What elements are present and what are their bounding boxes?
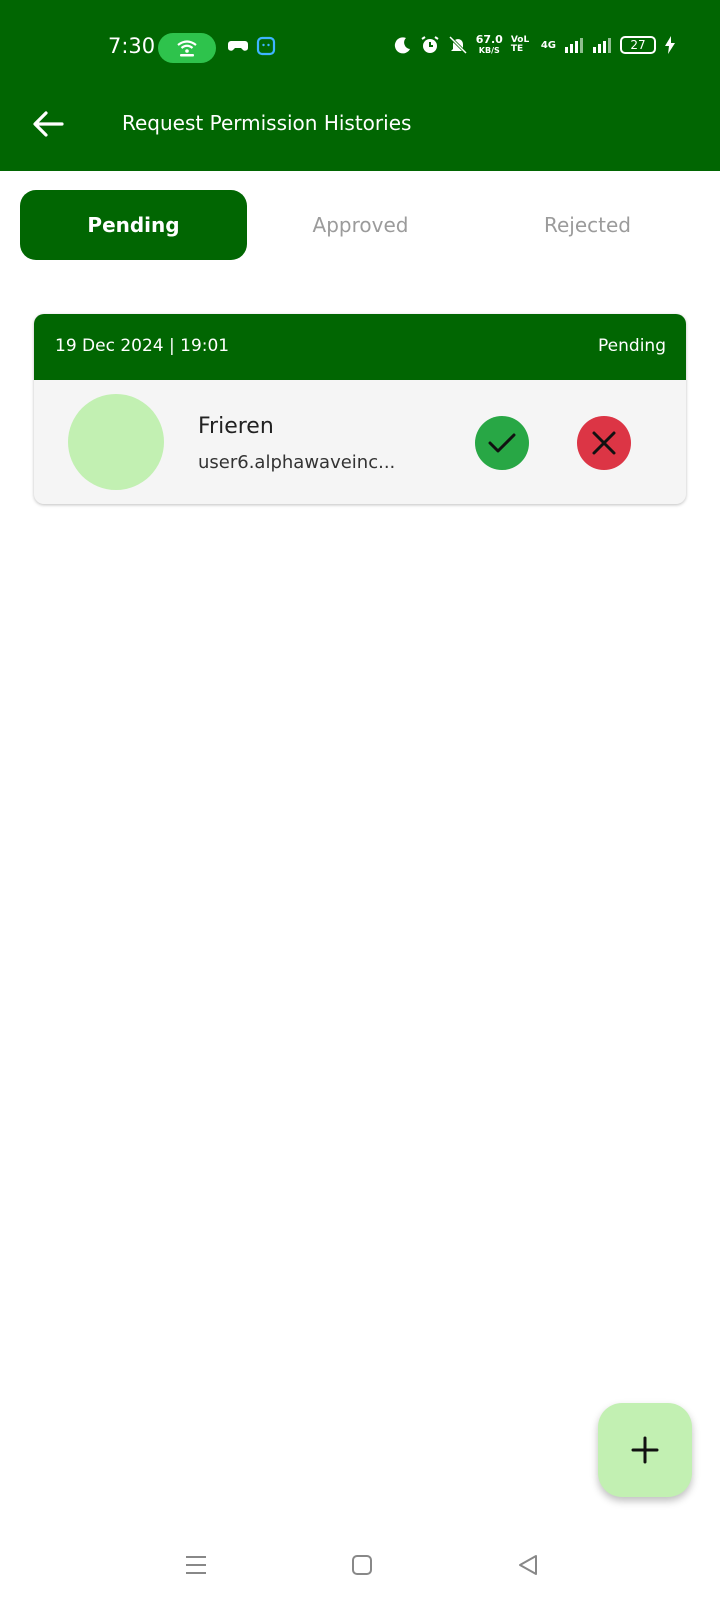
request-card[interactable]: 19 Dec 2024 | 19:01 Pending Frieren user… (34, 314, 686, 504)
network-speed: 67.0 KB/S (476, 34, 503, 56)
game-controller-icon (228, 41, 248, 51)
network-speed-value: 67.0 (475, 33, 503, 46)
recent-apps-button[interactable] (176, 1547, 216, 1583)
menu-icon (186, 1556, 206, 1574)
status-tabs: Pending Approved Rejected (20, 190, 700, 262)
charging-icon (665, 36, 675, 54)
approve-button[interactable] (475, 416, 529, 470)
tab-rejected[interactable]: Rejected (474, 190, 701, 260)
add-request-button[interactable] (598, 1403, 692, 1497)
avatar (68, 394, 164, 490)
status-app-icons (228, 36, 276, 56)
app-notification-icon (256, 36, 276, 56)
plus-icon (631, 1436, 659, 1464)
battery-icon: 27 (620, 36, 656, 54)
triangle-back-icon (519, 1555, 537, 1575)
network-type: 4G (540, 39, 556, 51)
request-card-header: 19 Dec 2024 | 19:01 Pending (34, 314, 686, 380)
tab-approved[interactable]: Approved (247, 190, 474, 260)
app-header: 7:30 67.0 KB/S VoLTE 4G 27 Request Permi… (0, 0, 720, 171)
requester-name: Frieren (198, 414, 274, 439)
status-system-icons: 67.0 KB/S VoLTE 4G 27 (394, 34, 676, 56)
system-nav-bar (0, 1535, 720, 1595)
battery-level: 27 (630, 38, 646, 52)
bell-muted-icon (448, 35, 467, 55)
system-back-button[interactable] (508, 1547, 548, 1583)
square-icon (352, 1555, 372, 1575)
volte-label: VoLTE (510, 35, 530, 54)
request-datetime: 19 Dec 2024 | 19:01 (55, 336, 230, 356)
check-icon (488, 433, 516, 453)
status-time: 7:30 (108, 34, 156, 58)
home-button[interactable] (342, 1547, 382, 1583)
back-button[interactable] (28, 104, 68, 144)
arrow-left-icon (33, 111, 64, 137)
close-icon (592, 431, 616, 455)
tab-pending[interactable]: Pending (20, 190, 247, 260)
requester-email: user6.alphawaveinc... (198, 452, 396, 473)
page-title: Request Permission Histories (122, 111, 412, 135)
signal-icon (565, 38, 583, 53)
moon-icon (394, 37, 410, 54)
reject-button[interactable] (577, 416, 631, 470)
hotspot-icon (158, 33, 216, 63)
alarm-icon (421, 36, 439, 53)
request-status: Pending (598, 336, 666, 356)
network-speed-unit: KB/S (478, 46, 500, 55)
signal-icon-2 (593, 38, 611, 53)
